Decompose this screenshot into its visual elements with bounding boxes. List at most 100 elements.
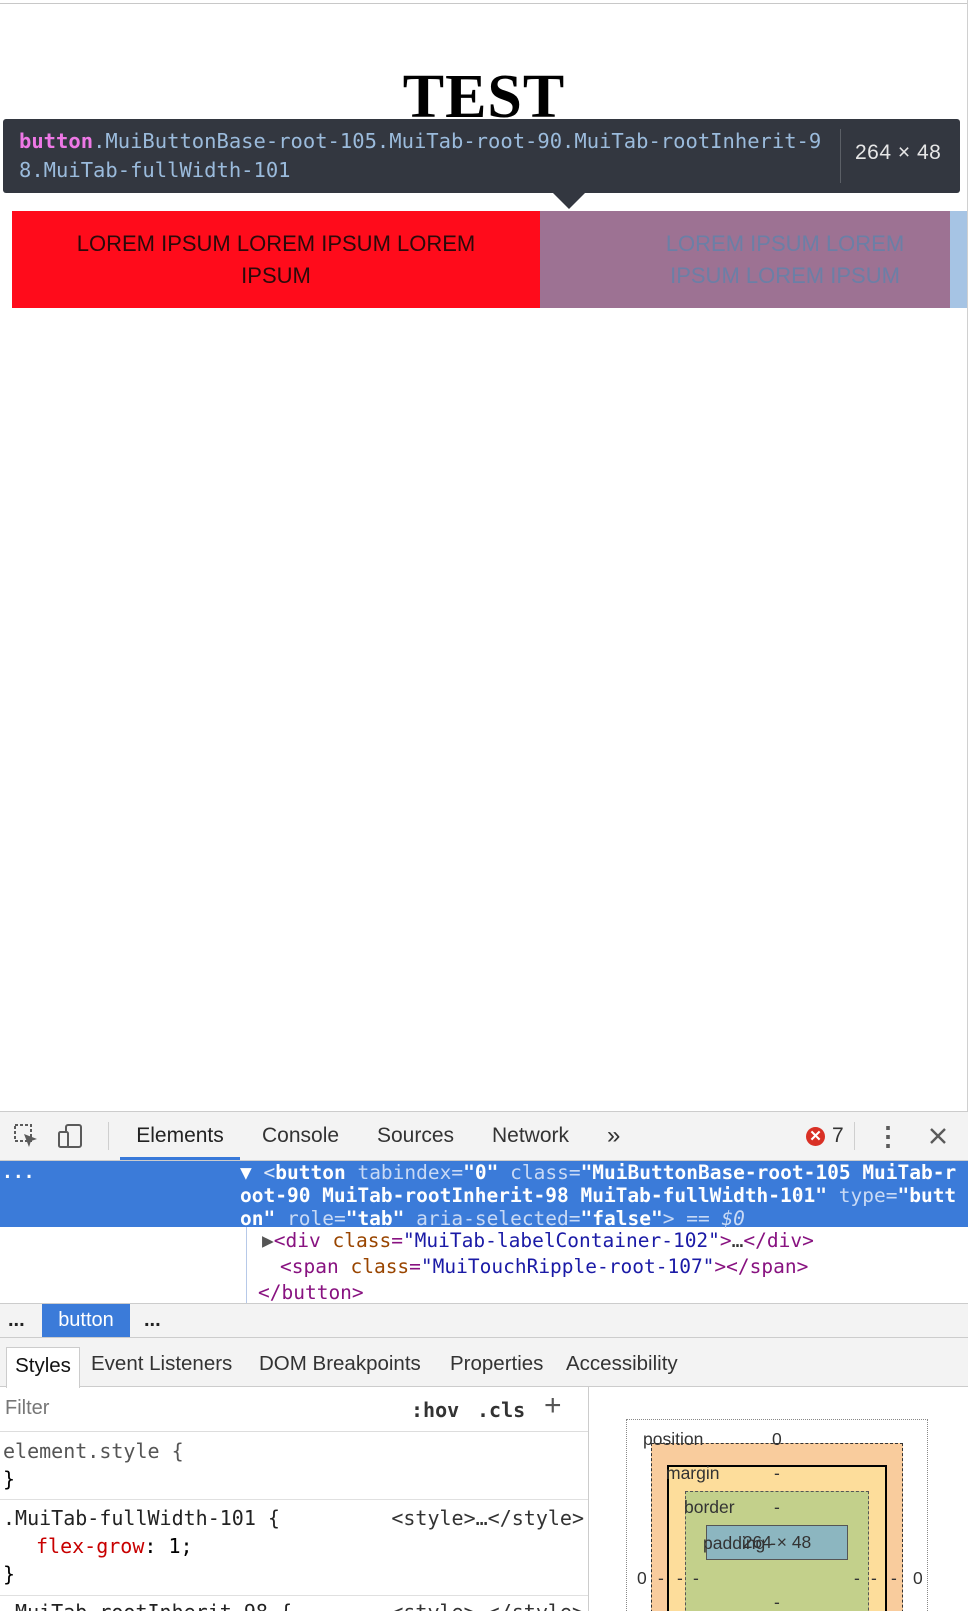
attr-name: aria-selected xyxy=(416,1207,569,1230)
styles-pane: Filter :hov .cls + element.style { } .Mu… xyxy=(0,1387,589,1611)
expand-arrow-icon[interactable]: ▶ xyxy=(262,1229,274,1252)
rule-divider xyxy=(0,1499,588,1500)
error-icon: ✕ xyxy=(806,1126,825,1146)
tag-open-bracket: < xyxy=(263,1161,276,1184)
padding-bottom-value[interactable]: - xyxy=(774,1592,780,1611)
new-rule-icon[interactable]: + xyxy=(544,1389,562,1423)
toolbar-separator xyxy=(108,1122,109,1150)
styles-filter-bar: Filter :hov .cls + xyxy=(0,1387,588,1432)
more-tabs-icon[interactable]: » xyxy=(607,1112,620,1160)
tab-3-partial[interactable] xyxy=(950,211,968,308)
rule-close: } xyxy=(3,1562,16,1586)
dollar-zero-ref: == $0 xyxy=(686,1207,745,1230)
kebab-menu-icon[interactable]: ⋮ xyxy=(872,1120,904,1152)
tag-end: </span> xyxy=(726,1255,809,1278)
tab-properties[interactable]: Properties xyxy=(450,1346,543,1382)
tag-close-bracket: > xyxy=(662,1207,675,1230)
cls-toggle-button[interactable]: .cls xyxy=(477,1398,525,1422)
margin-left-value[interactable]: - xyxy=(658,1568,664,1589)
attr-name: class xyxy=(350,1255,410,1278)
dom-node-div[interactable]: ▶<div class="MuiTab-labelContainer-102">… xyxy=(262,1229,814,1252)
tab-event-listeners[interactable]: Event Listeners xyxy=(91,1346,232,1382)
style-rule-element[interactable]: element.style { } xyxy=(0,1437,588,1493)
padding-left-value[interactable]: - xyxy=(693,1568,699,1589)
attr-name: class xyxy=(510,1161,569,1184)
collapse-arrow-icon[interactable]: ▼ xyxy=(240,1161,252,1184)
breadcrumb-button[interactable]: button xyxy=(42,1304,130,1337)
tooltip-tag: button xyxy=(19,129,94,153)
close-icon[interactable] xyxy=(922,1120,954,1152)
position-left-value[interactable]: 0 xyxy=(637,1568,647,1589)
tab-2[interactable]: LOREM IPSUM LOREM IPSUM LOREM IPSUM xyxy=(540,211,950,308)
tooltip-arrow xyxy=(553,193,585,209)
margin-right-value[interactable]: - xyxy=(891,1568,897,1589)
dom-gutter-line xyxy=(246,1227,247,1303)
tag-end: </div> xyxy=(743,1229,814,1252)
rule-divider xyxy=(0,1595,588,1596)
dom-tree: ... ▼ <button tabindex="0" class="MuiBut… xyxy=(0,1161,968,1304)
attr-value: "0" xyxy=(463,1161,499,1184)
dom-node-selected[interactable]: ... ▼ <button tabindex="0" class="MuiBut… xyxy=(0,1161,968,1230)
style-rule-fullwidth[interactable]: .MuiTab-fullWidth-101 { <style>…</style>… xyxy=(0,1504,588,1588)
page-viewport: TEST LOREM IPSUM LOREM IPSUM LOREM IPSUM… xyxy=(0,0,968,1111)
rule-source-link[interactable]: <style>…</style> xyxy=(391,1504,584,1532)
tab-accessibility[interactable]: Accessibility xyxy=(566,1346,678,1382)
device-toolbar-icon[interactable] xyxy=(54,1120,86,1152)
toolbar-separator xyxy=(854,1122,855,1150)
position-right-value[interactable]: 0 xyxy=(913,1568,923,1589)
tab-styles[interactable]: Styles xyxy=(6,1347,80,1388)
position-value[interactable]: 0 xyxy=(772,1429,782,1450)
styles-sub-tabs: Styles Event Listeners DOM Breakpoints P… xyxy=(0,1338,968,1388)
page-top-border xyxy=(0,3,968,4)
border-left-value[interactable]: - xyxy=(677,1568,683,1589)
breadcrumb-ellipsis-left[interactable]: ... xyxy=(8,1304,25,1337)
dom-selected-code: ▼ <button tabindex="0" class="MuiButtonB… xyxy=(240,1161,957,1230)
tab-dom-breakpoints[interactable]: DOM Breakpoints xyxy=(259,1346,421,1382)
tab-bar: LOREM IPSUM LOREM IPSUM LOREM IPSUM LORE… xyxy=(12,211,968,308)
dom-node-button-close[interactable]: </button> xyxy=(258,1281,364,1304)
tab-2-label: LOREM IPSUM LOREM IPSUM LOREM IPSUM xyxy=(665,230,905,288)
hov-toggle-button[interactable]: :hov xyxy=(411,1398,459,1422)
position-label: position xyxy=(643,1429,704,1449)
attr-value: "MuiTab-labelContainer-102" xyxy=(402,1229,720,1252)
margin-value[interactable]: - xyxy=(774,1463,780,1484)
box-model-diagram: 264 × 48 position 0 margin - border - pa… xyxy=(589,1387,968,1611)
inspect-element-icon[interactable] xyxy=(10,1120,42,1152)
style-rule-rootinherit[interactable]: .MuiTab-rootInherit-98 { <style>…</style… xyxy=(0,1598,588,1611)
breadcrumb: ... button ... xyxy=(0,1303,968,1338)
attr-value: "tab" xyxy=(345,1207,405,1230)
styles-filter-input[interactable]: Filter xyxy=(5,1397,49,1420)
tab-sources[interactable]: Sources xyxy=(377,1112,454,1160)
tab-network[interactable]: Network xyxy=(492,1112,569,1160)
rule-source-link[interactable]: <style>…</style> xyxy=(391,1598,584,1611)
dom-ellipsis[interactable]: ... xyxy=(2,1161,35,1184)
padding-label: padding - xyxy=(703,1533,776,1553)
rule-close: } xyxy=(3,1467,16,1491)
tag-name: span xyxy=(291,1255,339,1278)
attr-name: class xyxy=(332,1229,392,1252)
error-counter[interactable]: ✕ 7 xyxy=(806,1124,844,1148)
attr-value: "MuiTouchRipple-root-107" xyxy=(420,1255,715,1278)
tab-1[interactable]: LOREM IPSUM LOREM IPSUM LOREM IPSUM xyxy=(12,211,540,308)
breadcrumb-ellipsis-right[interactable]: ... xyxy=(144,1304,161,1337)
collapsed-content: … xyxy=(731,1229,744,1252)
rule-property[interactable]: flex-grow xyxy=(36,1534,144,1558)
tooltip-divider xyxy=(840,129,841,183)
tag-name: button xyxy=(275,1161,346,1184)
tooltip-size: 264 × 48 xyxy=(855,141,942,164)
devtools-toolbar: Elements Console Sources Network » ✕ 7 ⋮ xyxy=(0,1112,968,1161)
border-right-value[interactable]: - xyxy=(871,1568,877,1589)
tab-console[interactable]: Console xyxy=(262,1112,339,1160)
border-label: border xyxy=(684,1497,735,1517)
tooltip-selector: button.MuiButtonBase-root-105.MuiTab-roo… xyxy=(19,127,829,185)
rule-selector: element.style { xyxy=(3,1439,184,1463)
tab-elements[interactable]: Elements xyxy=(120,1112,240,1160)
attr-name: tabindex xyxy=(357,1161,452,1184)
dom-node-span[interactable]: <span class="MuiTouchRipple-root-107"></… xyxy=(280,1255,808,1278)
tag-name: div xyxy=(285,1229,321,1252)
tab-1-label: LOREM IPSUM LOREM IPSUM LOREM IPSUM xyxy=(76,230,476,288)
border-value[interactable]: - xyxy=(774,1497,780,1518)
rule-value[interactable]: : 1; xyxy=(144,1534,192,1558)
inspect-tooltip: button.MuiButtonBase-root-105.MuiTab-roo… xyxy=(3,119,960,193)
padding-right-value[interactable]: - xyxy=(854,1568,860,1589)
